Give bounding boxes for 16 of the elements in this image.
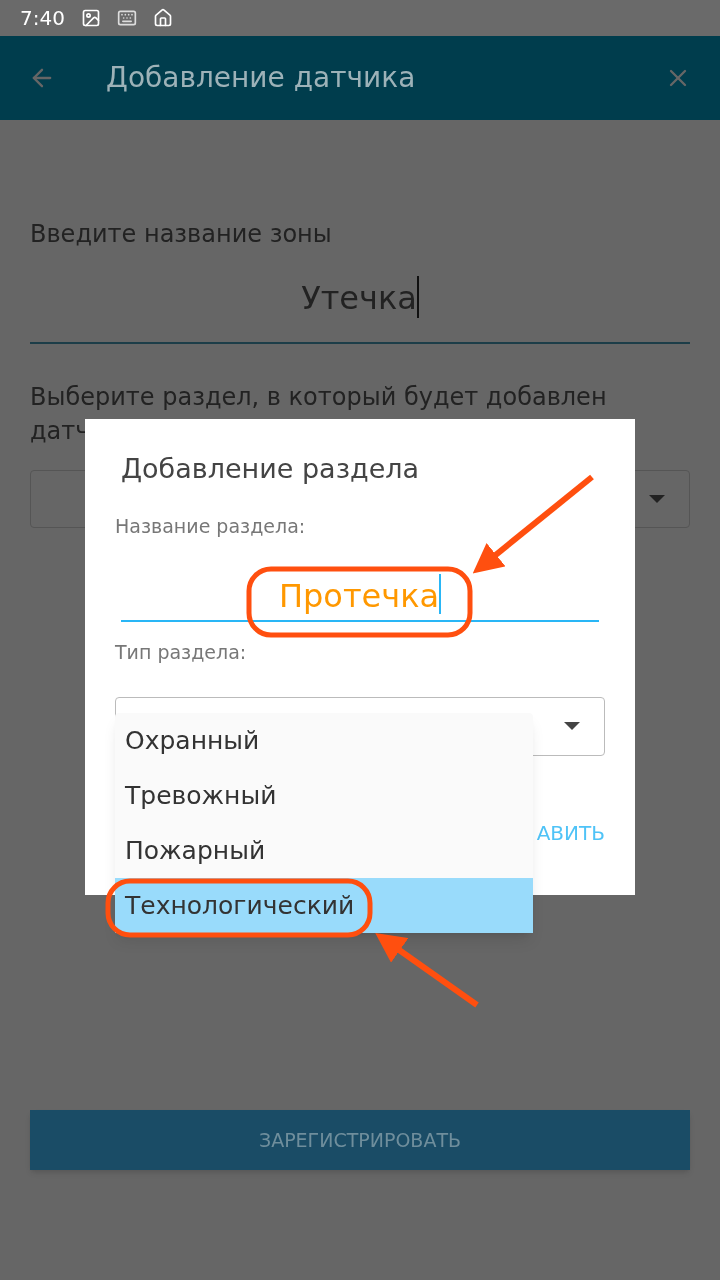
app-bar-title: Добавление датчика — [106, 60, 417, 96]
dropdown-item[interactable]: Пожарный — [115, 823, 533, 878]
dropdown-item[interactable]: Тревожный — [115, 768, 533, 823]
dropdown-item[interactable]: Технологический — [115, 878, 533, 933]
zone-label: Введите название зоны — [30, 219, 333, 250]
home-icon — [152, 8, 173, 28]
image-icon — [80, 8, 101, 28]
caret-icon — [564, 722, 580, 730]
caret-icon — [649, 495, 665, 503]
keyboard-icon — [116, 8, 137, 28]
name-label: Название раздела: — [115, 513, 307, 539]
type-label: Тип раздела: — [115, 640, 248, 665]
section-prompt-text: Выберите раздел, в который будет добавлен — [30, 382, 608, 413]
status-time: 7:40 — [20, 5, 65, 32]
dropdown-item[interactable]: Охранный — [115, 713, 533, 768]
dialog-title: Добавление раздела — [121, 452, 421, 486]
